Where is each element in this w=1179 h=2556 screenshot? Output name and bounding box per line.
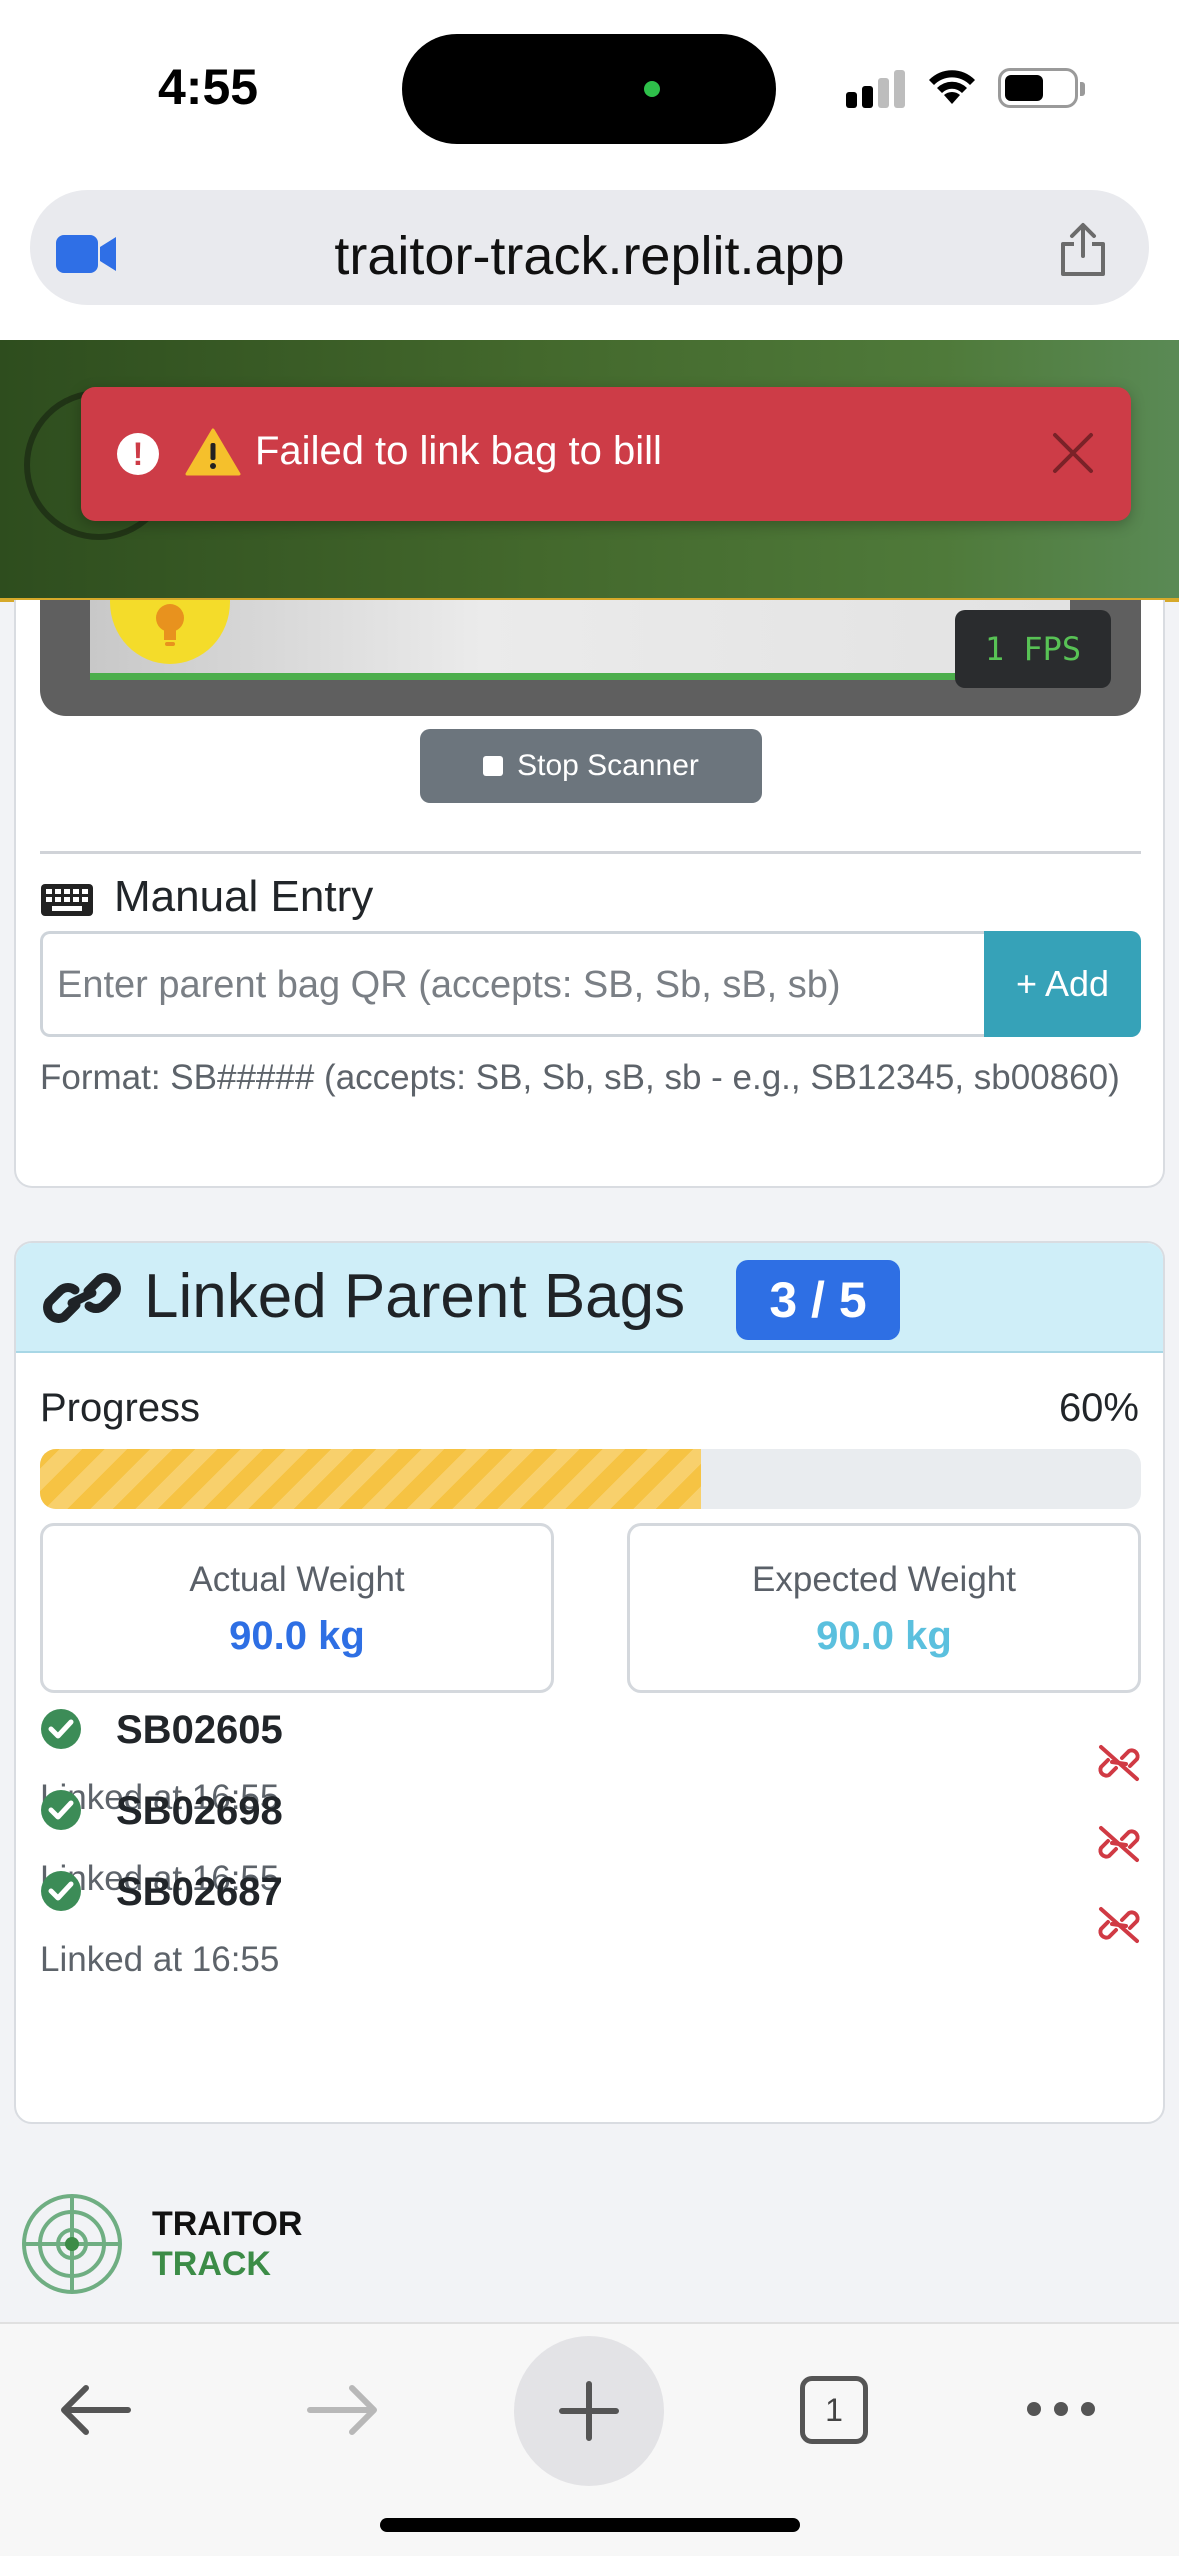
camera-view[interactable]: 1 FPS xyxy=(40,600,1141,716)
status-time: 4:55 xyxy=(158,59,259,115)
bag-id: SB02605 xyxy=(116,1708,283,1752)
plus-icon xyxy=(559,2381,619,2441)
lightbulb-icon xyxy=(156,604,184,646)
scanner-card: 1 FPS Stop Scanner Manual Entry Enter pa… xyxy=(14,600,1165,1188)
cellular-signal-icon xyxy=(846,70,906,108)
tabs-button[interactable]: 1 xyxy=(800,2376,868,2444)
bag-id: SB02687 xyxy=(116,1870,283,1914)
linked-count-badge: 3 / 5 xyxy=(736,1260,900,1340)
check-circle-icon xyxy=(40,1870,82,1917)
browser-address-area: traitor-track.replit.app xyxy=(0,180,1179,340)
home-indicator xyxy=(380,2518,800,2532)
brand-line-2: TRACK xyxy=(152,2245,271,2283)
expected-weight-value: 90.0 kg xyxy=(816,1614,952,1658)
stop-square-icon xyxy=(483,756,504,776)
actual-weight-label: Actual Weight xyxy=(189,1560,405,1599)
progress-percent: 60% xyxy=(1058,1386,1139,1430)
back-arrow-icon[interactable] xyxy=(58,2382,132,2443)
divider xyxy=(40,851,1141,854)
bag-id: SB02698 xyxy=(116,1789,283,1833)
expected-weight-label: Expected Weight xyxy=(752,1560,1016,1599)
traitor-track-logo-icon xyxy=(20,2192,124,2301)
address-bar[interactable]: traitor-track.replit.app xyxy=(30,190,1149,305)
toast-message: Failed to link bag to bill xyxy=(255,429,662,473)
wifi-icon xyxy=(924,62,980,111)
actual-weight-box: Actual Weight 90.0 kg xyxy=(40,1523,554,1693)
url-text[interactable]: traitor-track.replit.app xyxy=(30,225,1149,287)
error-circle-icon: ! xyxy=(117,433,159,475)
actual-weight-value: 90.0 kg xyxy=(229,1614,365,1658)
parent-bag-qr-input[interactable]: Enter parent bag QR (accepts: SB, Sb, sB… xyxy=(40,931,984,1037)
share-icon[interactable] xyxy=(1057,222,1109,283)
linked-title: Linked Parent Bags xyxy=(144,1262,686,1331)
more-options-icon[interactable] xyxy=(1024,2398,1098,2425)
add-button[interactable]: + Add xyxy=(984,931,1141,1037)
new-tab-button[interactable] xyxy=(514,2336,664,2486)
stop-scanner-button[interactable]: Stop Scanner xyxy=(420,729,762,803)
check-circle-icon xyxy=(40,1789,82,1836)
progress-bar xyxy=(40,1449,1141,1509)
format-help-text: Format: SB##### (accepts: SB, Sb, sB, sb… xyxy=(40,1058,1120,1097)
brand-line-1: TRAITOR xyxy=(152,2205,303,2243)
bag-linked-time: Linked at 16:55 xyxy=(40,1940,280,1979)
linked-bag-row: SB02687 Linked at 16:55 xyxy=(40,1870,1141,2000)
unlink-icon[interactable] xyxy=(1097,1905,1141,1950)
fps-indicator: 1 FPS xyxy=(955,610,1111,688)
link-icon xyxy=(42,1263,122,1338)
linked-card-header: Linked Parent Bags 3 / 5 xyxy=(16,1243,1163,1353)
linked-parent-bags-card: Linked Parent Bags 3 / 5 Progress 60% Ac… xyxy=(14,1241,1165,2124)
camera-feed xyxy=(90,600,1070,680)
torch-button[interactable] xyxy=(110,600,230,664)
progress-label: Progress xyxy=(40,1386,201,1430)
dynamic-island xyxy=(402,34,776,144)
battery-icon xyxy=(998,68,1085,108)
close-icon[interactable] xyxy=(1045,425,1101,486)
progress-fill xyxy=(40,1449,701,1509)
status-bar: 4:55 xyxy=(0,0,1179,180)
check-circle-icon xyxy=(40,1708,82,1755)
unlink-icon[interactable] xyxy=(1097,1824,1141,1869)
warning-triangle-icon xyxy=(185,427,241,482)
footer-brand: TRAITOR TRACK xyxy=(152,2204,302,2284)
unlink-icon[interactable] xyxy=(1097,1743,1141,1788)
error-toast: ! Failed to link bag to bill xyxy=(81,387,1131,521)
keyboard-icon xyxy=(41,884,93,916)
manual-entry-title: Manual Entry xyxy=(40,872,373,922)
forward-arrow-icon[interactable] xyxy=(306,2382,380,2443)
expected-weight-box: Expected Weight 90.0 kg xyxy=(627,1523,1141,1693)
